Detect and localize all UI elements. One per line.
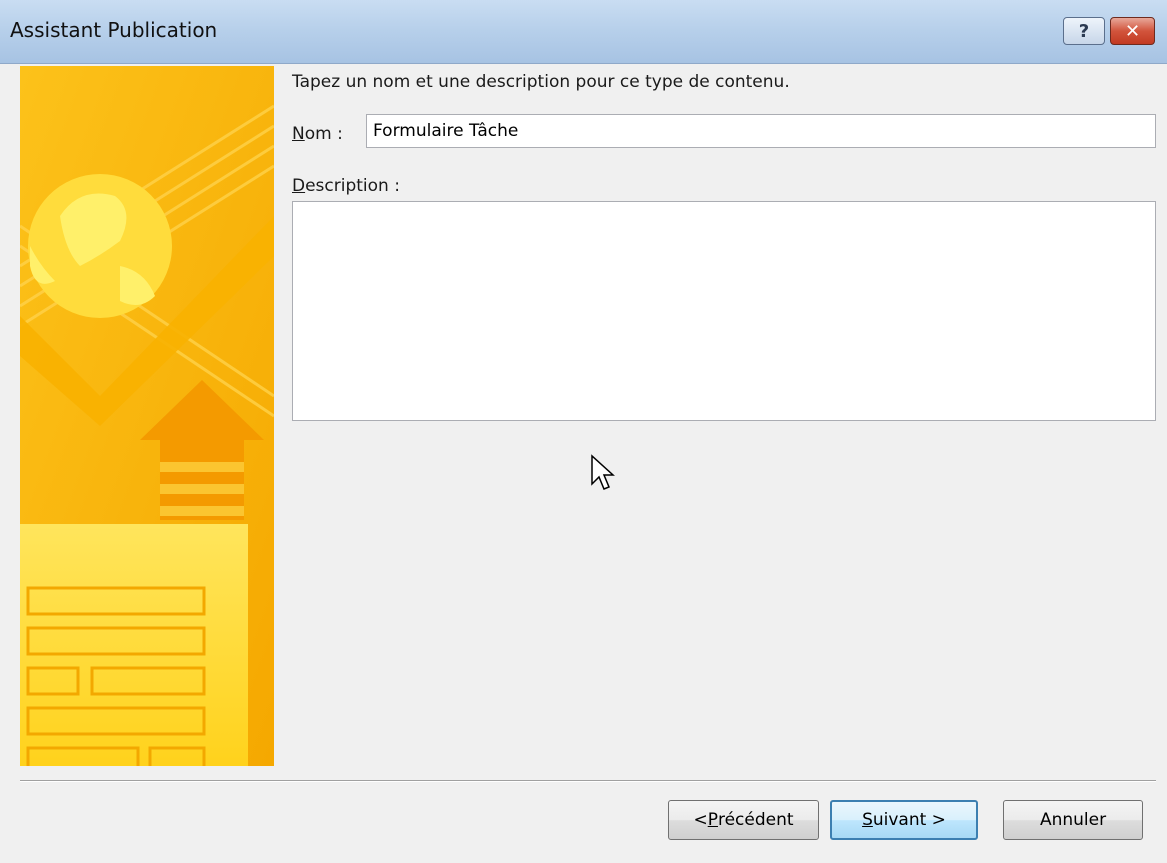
instruction-text: Tapez un nom et une description pour ce … — [292, 72, 790, 92]
help-button[interactable]: ? — [1063, 17, 1105, 45]
next-button-label: uivant > — [872, 810, 946, 830]
name-label-accesskey: N — [292, 124, 305, 144]
close-icon: ✕ — [1124, 20, 1141, 42]
dialog-body: Tapez un nom et une description pour ce … — [0, 64, 1167, 863]
help-icon: ? — [1078, 20, 1090, 42]
description-label-accesskey: D — [292, 176, 306, 196]
previous-button-accesskey: P — [707, 810, 718, 830]
previous-button[interactable]: < Précédent — [668, 800, 819, 840]
wizard-side-image — [20, 66, 274, 766]
footer-separator — [20, 780, 1156, 782]
mouse-cursor-icon — [591, 454, 615, 490]
description-label: Description : — [292, 176, 400, 196]
name-label-text: om : — [304, 124, 343, 144]
name-field[interactable] — [366, 114, 1156, 148]
description-field[interactable] — [292, 201, 1156, 421]
description-label-text: escription : — [305, 176, 400, 196]
window-title: Assistant Publication — [10, 18, 218, 42]
close-button[interactable]: ✕ — [1110, 17, 1155, 45]
globe-icon — [28, 174, 172, 318]
name-label: Nom : — [292, 124, 343, 144]
title-bar: Assistant Publication ? ✕ — [0, 0, 1167, 64]
previous-button-label: récédent — [717, 810, 794, 830]
next-button[interactable]: Suivant > — [830, 800, 978, 840]
cancel-button[interactable]: Annuler — [1003, 800, 1143, 840]
previous-button-prefix: < — [693, 810, 708, 830]
next-button-accesskey: S — [862, 810, 873, 830]
